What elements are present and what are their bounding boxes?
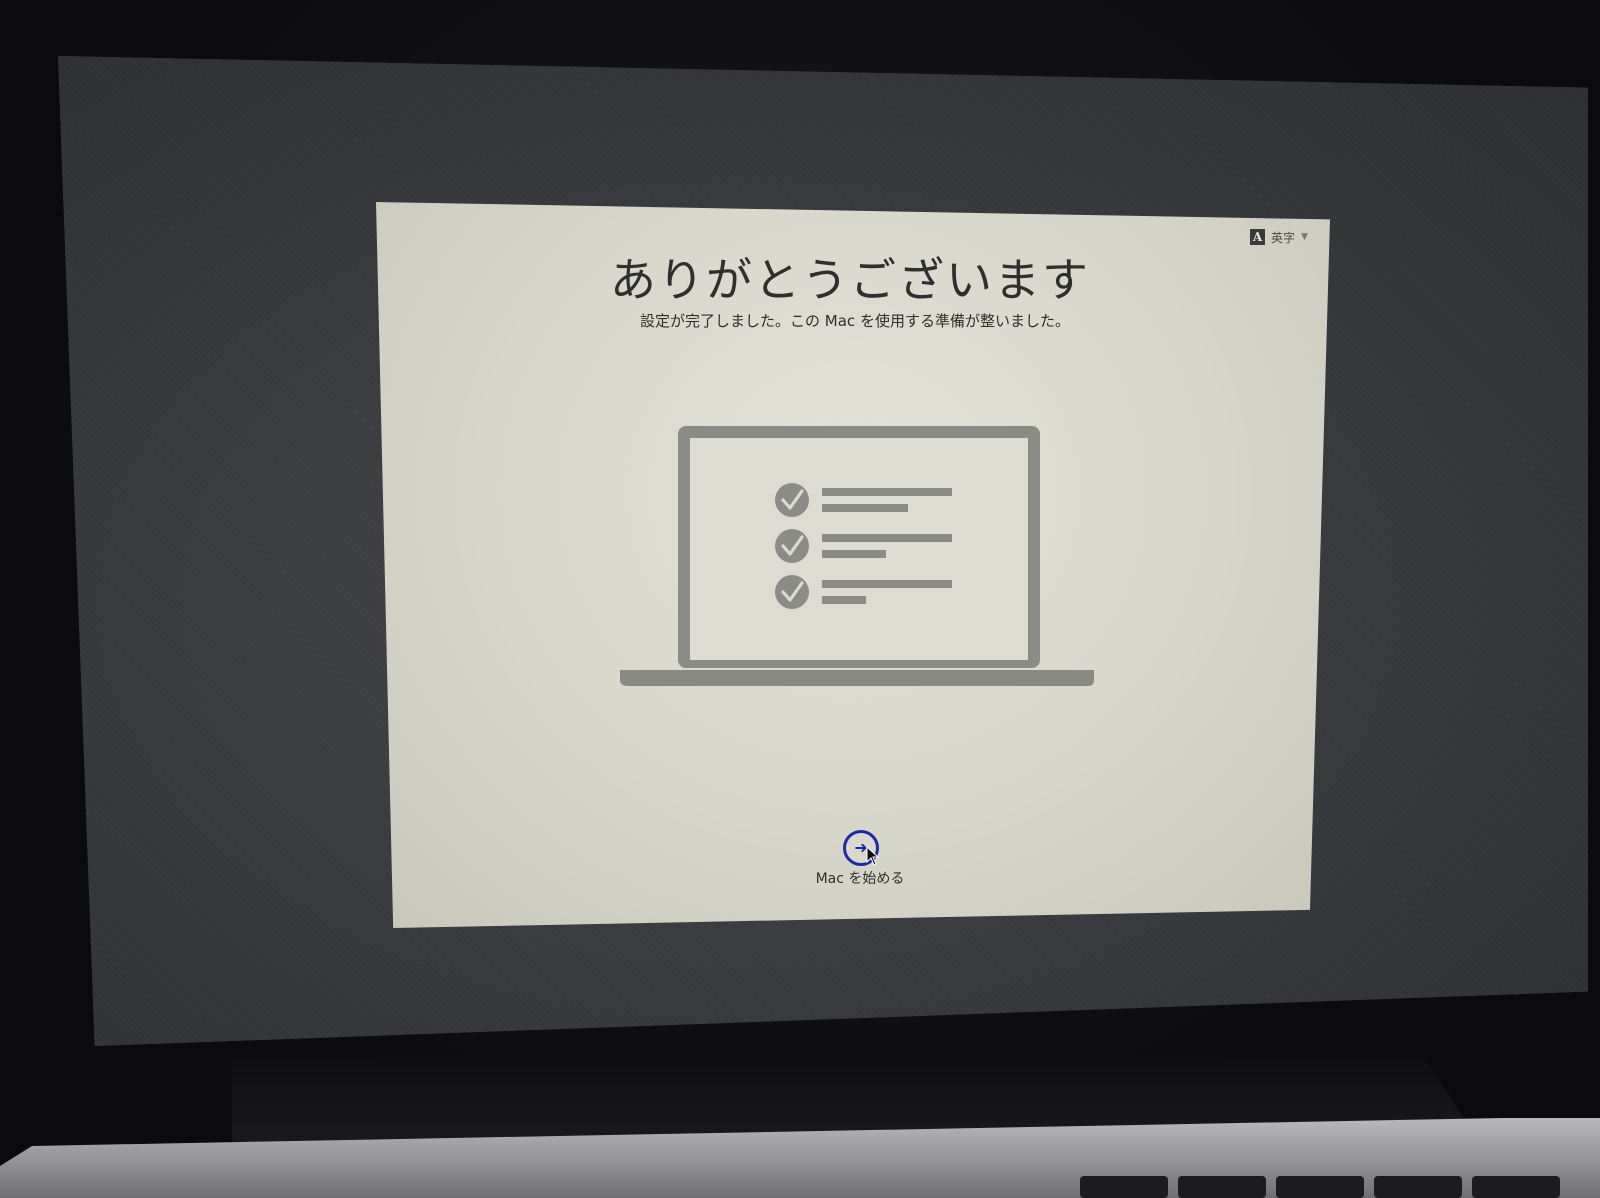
input-source-label: 英字: [1271, 230, 1296, 245]
keyboard-key: [1178, 1176, 1266, 1198]
keyboard-key: [1080, 1176, 1168, 1198]
mouse-pointer-icon: [866, 846, 880, 866]
start-mac-label[interactable]: Mac を始める: [780, 868, 940, 888]
chevron-down-icon: ▼: [1301, 232, 1308, 242]
keyboard-row: [1080, 1176, 1600, 1198]
keyboard-key: [1374, 1176, 1462, 1198]
input-source-menu[interactable]: A 英字 ▼: [1250, 226, 1308, 248]
keyboard-key: [1472, 1176, 1560, 1198]
laptop-checklist-illustration: [620, 426, 1094, 686]
input-source-icon: A: [1250, 229, 1265, 245]
page-title: ありがとうございます: [610, 253, 1090, 307]
page-subtitle: 設定が完了しました。この Mac を使用する準備が整いました。: [640, 312, 1070, 330]
keyboard-key: [1276, 1176, 1364, 1198]
